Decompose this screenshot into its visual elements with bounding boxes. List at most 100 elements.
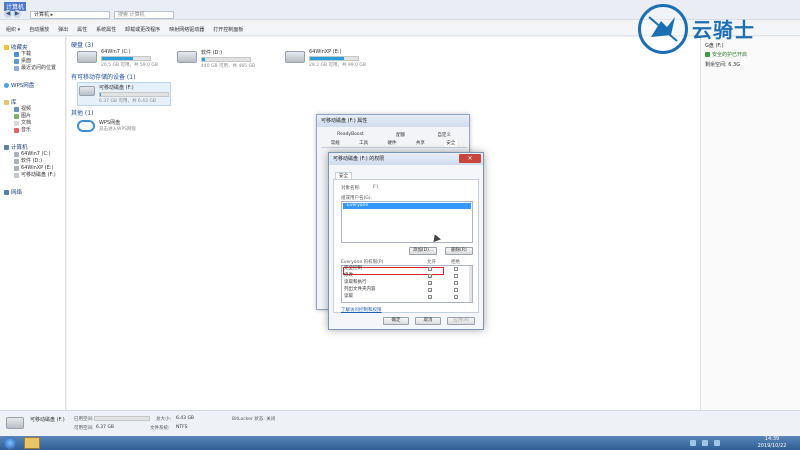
allow-checkbox[interactable]: ✓ [428,274,432,279]
usb-drive-icon [79,86,95,96]
clock-time[interactable]: 14:39 [752,436,792,442]
tab-readyboost[interactable]: ReadyBoost [337,132,364,140]
drive-usage-fill [102,57,134,60]
drive-tile[interactable]: 64WinXP (E:) 29.2 GB 可用，共 99.0 GB [285,49,366,68]
sidebar-item-music[interactable]: 音乐 [4,127,61,134]
perm-row-read: 读取 [344,294,353,299]
tab-customize[interactable]: 自定义 [437,132,451,140]
search-input[interactable]: 搜索 计算机 [114,11,174,19]
sidebar-library[interactable]: 库 [4,98,61,106]
drive-name: 64Win7 (C:) [101,49,131,55]
ok-button[interactable]: 确定 [383,317,409,325]
drive-icon [14,166,19,171]
sidebar-item-desktop[interactable]: 桌面 [4,58,61,65]
star-icon [4,44,9,50]
status-fs-label: 文件系统: [150,426,170,431]
wps-cloud-tile[interactable]: WPS网盘 双击进入WPS网盘 [77,119,136,132]
allow-checkbox[interactable]: ✓ [428,281,432,286]
forward-icon[interactable]: ▶ [13,10,21,18]
sidebar-item-drive-d[interactable]: 软件 (D:) [4,158,61,165]
tab-sharing[interactable]: 共享 [416,140,425,147]
deny-checkbox[interactable] [454,295,458,299]
toolbar-uninstall[interactable]: 卸载或更改程序 [125,26,160,33]
status-total-value: 6.43 GB [176,416,195,421]
drive-usage-fill [202,58,205,61]
status-bitlocker: BitLocker 状态: 关闭 [232,417,276,422]
toolbar-map-drive[interactable]: 映射网络驱动器 [169,26,204,33]
address-bar[interactable]: 计算机 ▸ [30,11,110,19]
tab-security[interactable]: 安全 [335,172,352,179]
clock-date[interactable]: 2019/10/22 [752,443,792,449]
add-button[interactable]: 添加(D)... [409,247,437,255]
toolbar-properties[interactable]: 属性 [77,26,87,33]
nav-buttons: ◀ ▶ [4,10,28,18]
download-folder-icon [14,52,19,57]
deny-checkbox[interactable] [454,281,458,285]
drive-name: 可移动磁盘 (F:) [99,85,134,91]
tab-security[interactable]: 安全 [444,140,458,147]
sidebar-item-documents[interactable]: 文档 [4,120,61,127]
apply-button[interactable]: 应用(A) [447,317,475,325]
sidebar-item-downloads[interactable]: 下载 [4,51,61,58]
status-free-value: 6.37 GB [96,425,115,430]
sidebar-wps[interactable]: WPS网盘 [4,81,61,89]
sidebar-network[interactable]: 网络 [4,188,61,196]
deny-checkbox[interactable] [454,267,458,271]
object-name-value: F:\ [373,185,379,190]
allow-checkbox[interactable] [428,267,432,271]
back-icon[interactable]: ◀ [4,10,12,18]
sidebar-item-drive-c[interactable]: 64Win7 (C:) [4,151,61,158]
tabs-row-2: 常规 工具 硬件 共享 安全 [321,140,467,148]
volume-tray-icon[interactable] [714,440,720,446]
allow-checkbox[interactable]: ✓ [428,288,432,293]
sidebar-item-drive-e[interactable]: 64WinXP (E:) [4,165,61,172]
shield-icon [705,52,710,57]
tray-icon[interactable] [690,440,696,446]
status-total-label: 总大小: [156,417,172,422]
permissions-scrollbar[interactable] [469,266,472,302]
desktop-icon [14,59,19,64]
drive-usage-bar [101,56,151,61]
toolbar-control-panel[interactable]: 打开控制面板 [213,26,243,33]
drive-tile[interactable]: 64Win7 (C:) 20.5 GB 可用，共 59.0 GB [77,49,158,68]
sidebar-item-recent[interactable]: 最近访问的位置 [4,65,61,72]
tab-general[interactable]: 常规 [331,140,340,147]
drive-tile[interactable]: 软件 (D:) 440 GB 可用，共 465 GB [177,49,255,69]
toolbar-organize[interactable]: 组织 ▾ [6,26,20,33]
picture-icon [14,114,19,119]
drive-tile-selected[interactable]: 可移动磁盘 (F:) 6.37 GB 可用，共 6.43 GB [77,82,171,106]
deny-checkbox[interactable] [454,288,458,292]
knight-icon [648,16,678,42]
toolbar-eject[interactable]: 弹出 [58,26,68,33]
hard-drive-icon [77,51,97,63]
close-button[interactable]: ✕ [459,154,481,163]
taskbar: 14:39 2019/10/22 [0,436,800,450]
drive-name: 软件 (D:) [201,50,223,56]
sidebar-item-pictures[interactable]: 图片 [4,113,61,120]
drive-usage-bar [309,56,359,61]
remove-button[interactable]: 删除(R) [445,247,473,255]
recent-places-icon [14,66,19,71]
sidebar-favorites[interactable]: 收藏夹 [4,43,61,51]
sidebar-computer[interactable]: 计算机 [4,143,61,151]
section-removable: 有可移动存储的设备 (1) [71,74,136,81]
explorer-taskbar-icon[interactable] [24,437,40,449]
document-icon [14,121,19,126]
group-item-selected[interactable]: Everyone [343,203,471,209]
network-tray-icon[interactable] [702,440,708,446]
group-listbox[interactable]: Everyone [341,201,473,243]
sidebar-item-videos[interactable]: 视频 [4,106,61,113]
start-button[interactable] [4,437,16,449]
tab-hardware[interactable]: 硬件 [387,140,396,147]
tab-quota[interactable]: 配额 [396,132,405,140]
toolbar-autoplay[interactable]: 自动播放 [29,26,49,33]
deny-checkbox[interactable] [454,274,458,278]
allow-checkbox[interactable]: ✓ [428,295,432,300]
tab-tools[interactable]: 工具 [359,140,368,147]
tabs-row-1: ReadyBoost 配额 自定义 [321,132,467,140]
cancel-button[interactable]: 取消 [415,317,441,325]
cloud-icon [4,82,9,88]
help-link[interactable]: 了解访问控制和权限 [341,307,382,313]
toolbar-system-properties[interactable]: 系统属性 [96,26,116,33]
sidebar-item-drive-f[interactable]: 可移动磁盘 (F:) [4,172,61,179]
